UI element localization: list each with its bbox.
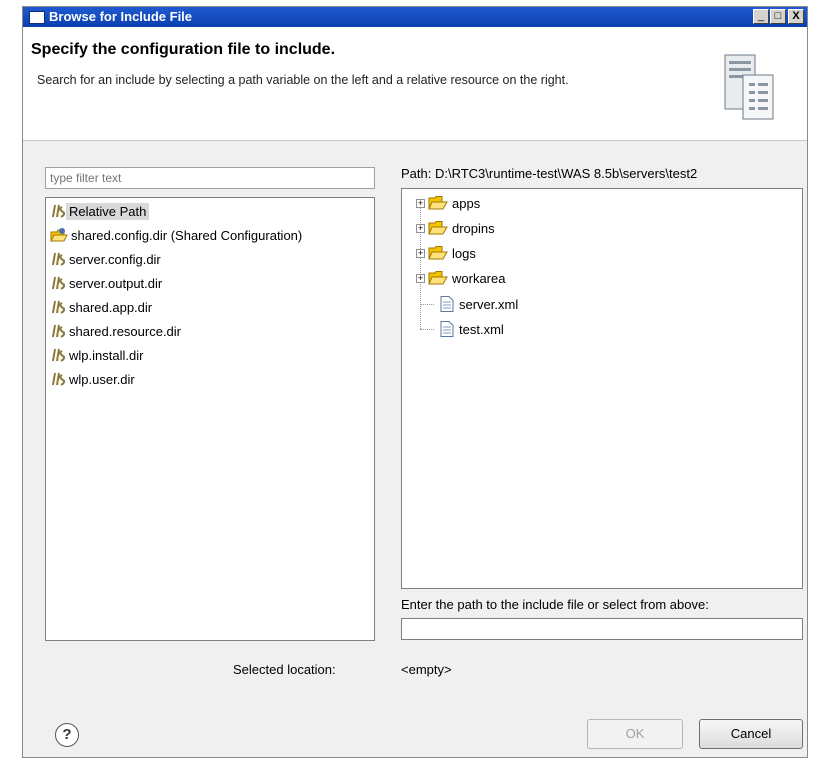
list-item-label: shared.resource.dir (69, 323, 181, 339)
list-item-label: wlp.user.dir (69, 371, 135, 387)
maximize-button[interactable]: □ (770, 9, 786, 24)
variable-icon (52, 348, 66, 362)
wizard-header: Specify the configuration file to includ… (23, 27, 807, 141)
dialog-window: Browse for Include File _ □ X Specify th… (22, 6, 808, 758)
list-item-shared-config-dir[interactable]: shared.config.dir (Shared Configuration) (50, 224, 305, 246)
minimize-button[interactable]: _ (753, 9, 769, 24)
variable-icon (52, 276, 66, 290)
tree-item-logs[interactable]: + logs (416, 242, 476, 264)
file-icon (440, 296, 454, 312)
list-item-label: server.output.dir (69, 275, 163, 291)
variable-icon (52, 204, 66, 218)
selected-location-value: <empty> (401, 662, 452, 677)
path-variable-list[interactable]: Relative Path shared.config.dir (Shared … (45, 197, 375, 641)
variable-icon (52, 252, 66, 266)
list-item-server-output-dir[interactable]: server.output.dir (50, 272, 165, 294)
tree-item-apps[interactable]: + apps (416, 192, 480, 214)
list-item-label: shared.app.dir (69, 299, 153, 315)
expand-icon[interactable]: + (416, 273, 425, 283)
folder-icon (428, 271, 448, 285)
selected-location-label: Selected location: (233, 662, 336, 677)
tree-item-label: test.xml (459, 321, 504, 337)
list-item-shared-app-dir[interactable]: shared.app.dir (50, 296, 155, 318)
tree-item-label: apps (452, 195, 481, 211)
help-icon[interactable]: ? (55, 723, 79, 747)
tree-connector (420, 304, 434, 305)
window-title: Browse for Include File (49, 9, 193, 24)
file-icon (440, 321, 454, 337)
list-item-relative-path[interactable]: Relative Path (50, 200, 150, 222)
ok-button[interactable]: OK (587, 719, 683, 749)
tree-item-workarea[interactable]: + workarea (416, 267, 505, 289)
tree-connector (420, 329, 434, 330)
path-label: Path: D:\RTC3\runtime-test\WAS 8.5b\serv… (401, 166, 698, 181)
variable-icon (52, 324, 66, 338)
list-item-label: server.config.dir (69, 251, 161, 267)
resource-tree[interactable]: + apps + dropins + logs + workarea serve… (401, 188, 803, 589)
tree-item-dropins[interactable]: + dropins (416, 217, 495, 239)
tree-item-test-xml[interactable]: test.xml (440, 318, 504, 340)
folder-icon (428, 246, 448, 260)
window-icon (29, 11, 45, 24)
header-description: Search for an include by selecting a pat… (37, 73, 569, 87)
include-path-label: Enter the path to the include file or se… (401, 597, 709, 612)
close-button[interactable]: X (788, 9, 804, 24)
tree-item-label: workarea (452, 270, 506, 286)
list-item-wlp-install-dir[interactable]: wlp.install.dir (50, 344, 146, 366)
variable-icon (52, 300, 66, 314)
folder-icon (428, 196, 448, 210)
document-stack-icon (724, 54, 774, 120)
list-item-label: wlp.install.dir (69, 347, 144, 363)
filter-input[interactable] (45, 167, 375, 189)
tree-item-label: logs (452, 245, 476, 261)
list-item-shared-resource-dir[interactable]: shared.resource.dir (50, 320, 184, 342)
include-path-input[interactable] (401, 618, 803, 640)
expand-icon[interactable]: + (416, 198, 425, 208)
title-bar[interactable]: Browse for Include File _ □ X (23, 7, 807, 27)
list-item-label: Relative Path (66, 202, 150, 220)
variable-icon (52, 372, 66, 386)
list-item-wlp-user-dir[interactable]: wlp.user.dir (50, 368, 138, 390)
list-item-server-config-dir[interactable]: server.config.dir (50, 248, 164, 270)
expand-icon[interactable]: + (416, 223, 425, 233)
tree-item-server-xml[interactable]: server.xml (440, 293, 518, 315)
cancel-button[interactable]: Cancel (699, 719, 803, 749)
expand-icon[interactable]: + (416, 248, 425, 258)
shared-folder-icon (50, 228, 68, 242)
folder-icon (428, 221, 448, 235)
tree-item-label: server.xml (459, 296, 519, 312)
header-title: Specify the configuration file to includ… (31, 41, 336, 58)
tree-item-label: dropins (452, 220, 495, 236)
list-item-label: shared.config.dir (Shared Configuration) (71, 227, 303, 243)
